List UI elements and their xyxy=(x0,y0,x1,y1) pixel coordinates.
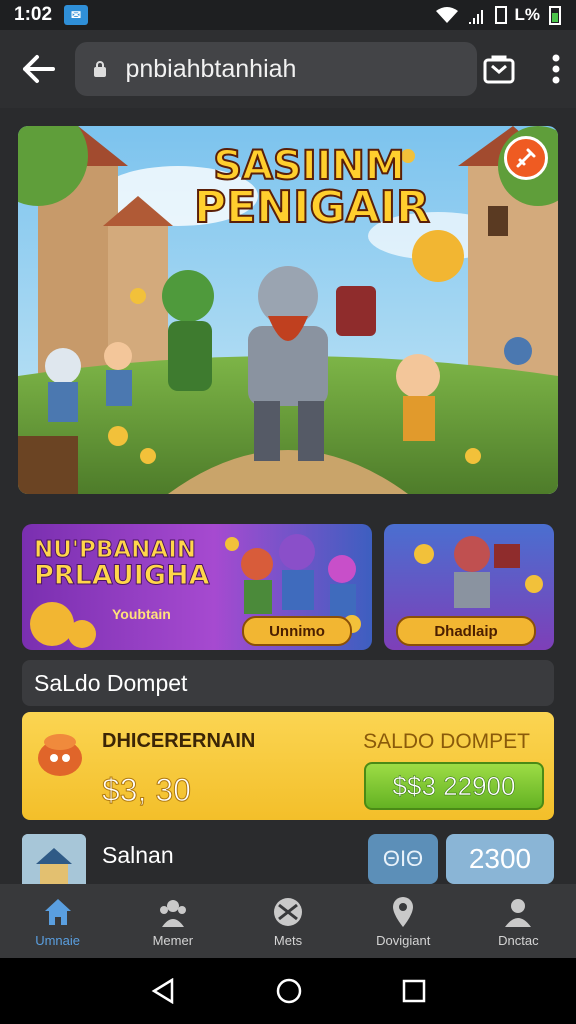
wallet-amount: $3, 30 xyxy=(102,772,192,809)
nav-item-mets[interactable]: Mets xyxy=(230,884,345,958)
overflow-menu-button[interactable] xyxy=(536,39,576,99)
wallet-label: DHICERERNAIN xyxy=(102,730,256,752)
house-icon xyxy=(22,834,86,884)
nav-label-home: Umnaie xyxy=(35,932,80,948)
signal-icon xyxy=(468,10,483,24)
shopping-bag-button[interactable] xyxy=(469,39,529,99)
hero-title: SASIINM PENIGAIR xyxy=(193,143,431,233)
mascot-icon xyxy=(38,734,82,776)
nav-item-members[interactable]: Memer xyxy=(115,884,230,958)
nav-item-home[interactable]: Umnaie xyxy=(0,884,115,958)
list-item-chip-2[interactable]: 2300 xyxy=(446,834,554,884)
notification-icon xyxy=(494,6,507,24)
nav-item-dovigiant[interactable]: Dovigiant xyxy=(346,884,461,958)
target-icon xyxy=(274,897,302,926)
shopping-bag-icon xyxy=(483,55,515,84)
profile-icon xyxy=(505,898,532,927)
promo1-title-line2: PRLAUIGHA xyxy=(33,560,210,592)
hero-title-line1: SASIINM xyxy=(212,143,406,189)
browser-toolbar: pnbiahbtanhiah xyxy=(0,30,576,108)
nav-label-profile: Dnctac xyxy=(498,932,539,948)
url-text: pnbiahbtanhiah xyxy=(125,54,297,83)
battery-icon xyxy=(549,6,561,25)
status-bar: 1:02 ✉ L% xyxy=(0,0,576,30)
url-bar[interactable]: pnbiahbtanhiah xyxy=(75,42,477,96)
pin-icon xyxy=(393,896,414,927)
system-recents-icon[interactable] xyxy=(402,979,426,1003)
hero-title-line2: PENIGAIR xyxy=(193,182,431,233)
list-item[interactable]: Salnan ΘΙΘ 2300 xyxy=(22,832,554,884)
wallet-right-label: SALDO DOMPET xyxy=(363,730,530,753)
status-battery-text: L% xyxy=(514,5,541,24)
promo1-subtitle: Youbtain xyxy=(112,606,171,622)
status-time: 1:02 xyxy=(14,4,53,25)
list-item-title: Salnan xyxy=(102,842,174,868)
list-item-chip-1[interactable]: ΘΙΘ xyxy=(368,834,438,884)
nav-label-members: Memer xyxy=(152,932,194,948)
system-navigation xyxy=(0,958,576,1024)
status-right: L% xyxy=(435,5,563,25)
arrow-left-icon xyxy=(22,55,55,83)
section-title: SaLdo Dompet xyxy=(34,669,188,696)
nav-label-mets: Mets xyxy=(273,932,303,948)
system-back-icon[interactable] xyxy=(150,978,176,1004)
promo1-button[interactable]: Unnimo xyxy=(242,616,352,646)
promo1-title: NU'PBANAIN PRLAUIGHA xyxy=(33,537,210,592)
promo-card-2[interactable]: Dhadlaip xyxy=(384,524,554,650)
back-button[interactable] xyxy=(0,30,75,108)
system-home-icon[interactable] xyxy=(275,977,303,1005)
users-icon xyxy=(159,899,186,927)
hero-badge-button[interactable] xyxy=(504,136,548,180)
section-header: SaLdo Dompet xyxy=(22,660,554,706)
nav-item-profile[interactable]: Dnctac xyxy=(461,884,576,958)
topup-button[interactable]: $$3 22900 xyxy=(364,762,544,810)
promo2-button[interactable]: Dhadlaip xyxy=(396,616,536,646)
more-vertical-icon xyxy=(552,54,560,84)
hero-banner[interactable]: SASIINM PENIGAIR xyxy=(18,126,558,494)
promo1-title-line1: NU'PBANAIN xyxy=(33,537,197,563)
bottom-navigation: Umnaie Memer Mets Dovigiant Dnctac xyxy=(0,884,576,958)
sword-icon xyxy=(516,148,536,168)
app-notification-icon: ✉ xyxy=(64,5,89,25)
lock-icon xyxy=(94,61,107,77)
home-icon xyxy=(44,898,71,925)
nav-label-dovigiant: Dovigiant xyxy=(376,932,431,948)
promo-card-1[interactable]: NU'PBANAIN PRLAUIGHA Youbtain Unnimo xyxy=(22,524,372,650)
wallet-card: DHICERERNAIN SALDO DOMPET $3, 30 $$3 229… xyxy=(22,712,554,820)
wifi-icon xyxy=(435,7,458,23)
